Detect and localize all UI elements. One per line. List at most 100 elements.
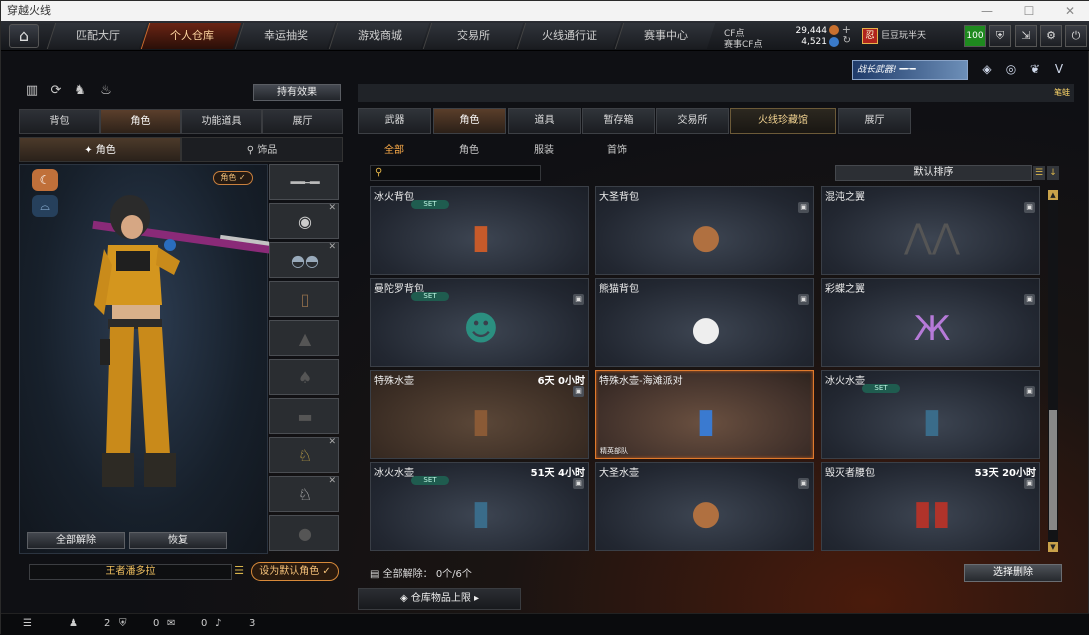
- v-logo-icon[interactable]: V: [1050, 62, 1068, 80]
- subtab-clothing[interactable]: 服装: [534, 141, 554, 156]
- restore-button[interactable]: 恢复: [129, 532, 227, 549]
- slot-pants[interactable]: ▬: [269, 398, 339, 434]
- tab-battle-pass[interactable]: 火线通行证: [516, 23, 622, 49]
- guild-icon[interactable]: ⛨: [119, 618, 127, 629]
- item-card[interactable]: 大圣水壶 ▣ ●: [595, 462, 814, 551]
- slot-pet-silver[interactable]: ♘ ✕: [269, 476, 339, 512]
- remove-icon[interactable]: ✕: [328, 437, 336, 447]
- scroll-thumb[interactable]: [1049, 410, 1057, 530]
- tab-showroom[interactable]: 展厅: [262, 109, 343, 134]
- tab-game-mall[interactable]: 游戏商城: [328, 23, 430, 49]
- tab-personal-storage[interactable]: 个人仓库: [140, 23, 242, 49]
- wings-icon[interactable]: ❦: [1026, 62, 1044, 80]
- slot-weapon[interactable]: ━╾━: [269, 164, 339, 200]
- item-card[interactable]: 冰火水壶 51天 4小时 SET ▣ ▮: [370, 462, 589, 551]
- search-input[interactable]: ⚲: [370, 165, 541, 181]
- subtab-all[interactable]: 全部: [384, 141, 404, 156]
- currency-panel: CF点 29,444 + 赛事CF点 4,521 ↻: [724, 23, 851, 50]
- power-icon[interactable]: ⏻: [1065, 25, 1087, 47]
- subtab-jewelry[interactable]: 首饰: [607, 141, 627, 156]
- exit-room-icon[interactable]: ⇲: [1015, 25, 1037, 47]
- remove-icon[interactable]: ✕: [328, 203, 336, 213]
- crest-icon[interactable]: ◈: [978, 62, 996, 80]
- slot-helmet[interactable]: ◉ ✕: [269, 203, 339, 239]
- item-card[interactable]: 冰火背包 SET ▮: [370, 186, 589, 275]
- minimize-button[interactable]: —: [967, 1, 1007, 21]
- slot-badge[interactable]: ●: [269, 515, 339, 551]
- home-icon[interactable]: ⌂: [9, 24, 39, 48]
- lock-icon: ▣: [798, 294, 809, 305]
- character-preview[interactable]: ☾ ⌓ 角色 ✓: [19, 164, 269, 554]
- menu-icon[interactable]: ☰: [23, 618, 32, 629]
- target-icon[interactable]: ◎: [1002, 62, 1020, 80]
- tab-exhibit[interactable]: 展厅: [838, 108, 911, 134]
- slot-glasses[interactable]: ◓◓ ✕: [269, 242, 339, 278]
- slot-backpack[interactable]: ▲: [269, 320, 339, 356]
- lock-icon: ▣: [573, 386, 584, 397]
- tab-weapons[interactable]: 武器: [358, 108, 431, 134]
- tab-trade[interactable]: 交易所: [656, 108, 729, 134]
- gear-icon[interactable]: ⚙: [1040, 25, 1062, 47]
- maximize-button[interactable]: ☐: [1009, 1, 1049, 21]
- delete-selected-button[interactable]: 选择删除: [964, 564, 1062, 582]
- remove-icon[interactable]: ✕: [328, 476, 336, 486]
- character-panel: ▥ ⟳ ♞ ♨ 持有效果 背包 角色 功能道具 展厅 ✦ 角色 ⚲ 饰品 ☾ ⌓…: [19, 58, 343, 588]
- user-info[interactable]: 忍 巨豆玩半天: [859, 25, 959, 47]
- item-card-selected[interactable]: 特殊水壶-海滩派对 ▮ 精英部队: [595, 370, 814, 459]
- bag-icon[interactable]: ♨: [97, 83, 115, 101]
- level-badge[interactable]: 100: [964, 25, 986, 47]
- subtab-character[interactable]: ✦ 角色: [19, 137, 181, 162]
- item-card[interactable]: 毁灭者腰包 53天 20小时 ▣ ▮▮: [821, 462, 1040, 551]
- tab-match-lobby[interactable]: 匹配大厅: [46, 23, 148, 49]
- chat-icon[interactable]: ✉: [167, 618, 175, 629]
- item-card[interactable]: 大圣背包 ▣ ●: [595, 186, 814, 275]
- sort-dropdown[interactable]: 默认排序: [835, 165, 1032, 181]
- refresh-icon[interactable]: ↻: [843, 35, 851, 46]
- slot-vest[interactable]: ♠: [269, 359, 339, 395]
- layers-icon: ◈: [399, 593, 411, 604]
- item-card[interactable]: 特殊水壶 6天 0小时 ▣ ▮: [370, 370, 589, 459]
- holding-effect-button[interactable]: 持有效果: [253, 84, 341, 101]
- tab-character[interactable]: 角色: [100, 109, 181, 134]
- tab-event-center[interactable]: 赛事中心: [614, 23, 716, 49]
- item-scrollbar[interactable]: ▲ ▼: [1048, 190, 1058, 552]
- subtab-character[interactable]: 角色: [459, 141, 479, 156]
- slot-radio[interactable]: ▯: [269, 281, 339, 317]
- character-name[interactable]: 王者潘多拉: [29, 564, 232, 580]
- item-card[interactable]: 熊猫背包 ▣ ●: [595, 278, 814, 367]
- storage-capacity-button[interactable]: ◈ 仓库物品上限 ▸: [358, 588, 521, 610]
- tab-collection[interactable]: 火线珍藏馆: [730, 108, 836, 134]
- ring-icon: ⚲: [246, 145, 258, 156]
- ranking-icon[interactable]: ▥: [23, 83, 41, 101]
- item-card[interactable]: 曼陀罗背包 SET ▣ ☻: [370, 278, 589, 367]
- set-default-character-button[interactable]: 设为默认角色 ✓: [251, 562, 339, 581]
- tab-stash[interactable]: 暂存箱: [582, 108, 655, 134]
- pose-icon[interactable]: ♞: [71, 83, 89, 101]
- speaker-icon[interactable]: ♪: [215, 618, 221, 629]
- waist-pack-icon: ▮▮: [913, 493, 951, 533]
- sort-arrow-icon[interactable]: ↓: [1047, 166, 1059, 180]
- tab-exchange[interactable]: 交易所: [422, 23, 524, 49]
- scroll-up-icon[interactable]: ▲: [1048, 190, 1058, 200]
- friends-icon[interactable]: ♟: [69, 618, 78, 629]
- rotate-icon[interactable]: ⟳: [47, 83, 65, 101]
- item-card[interactable]: 混沌之翼 ▣ ⋀⋀: [821, 186, 1040, 275]
- remove-icon[interactable]: ✕: [328, 242, 336, 252]
- item-card[interactable]: 冰火水壶 SET ▣ ▮: [821, 370, 1040, 459]
- weapon-banner[interactable]: 战长武器! ━╾━: [852, 60, 968, 80]
- tab-backpack[interactable]: 背包: [19, 109, 100, 134]
- slot-pet-gold[interactable]: ♘ ✕: [269, 437, 339, 473]
- unequip-all-button[interactable]: 全部解除: [27, 532, 125, 549]
- list-view-icon[interactable]: ☰: [1033, 166, 1045, 180]
- tab-function-items[interactable]: 功能道具: [181, 109, 262, 134]
- list-icon[interactable]: ☰: [232, 564, 246, 580]
- subtab-accessory[interactable]: ⚲ 饰品: [181, 137, 343, 162]
- close-button[interactable]: ✕: [1050, 1, 1089, 21]
- shield-icon[interactable]: ⛨: [989, 25, 1011, 47]
- event-coin-icon: [829, 37, 839, 47]
- tab-characters[interactable]: 角色: [433, 108, 506, 134]
- item-card[interactable]: 彩蝶之翼 ▣ Ж: [821, 278, 1040, 367]
- scroll-down-icon[interactable]: ▼: [1048, 542, 1058, 552]
- tab-items[interactable]: 道具: [508, 108, 581, 134]
- tab-lucky-draw[interactable]: 幸运抽奖: [234, 23, 336, 49]
